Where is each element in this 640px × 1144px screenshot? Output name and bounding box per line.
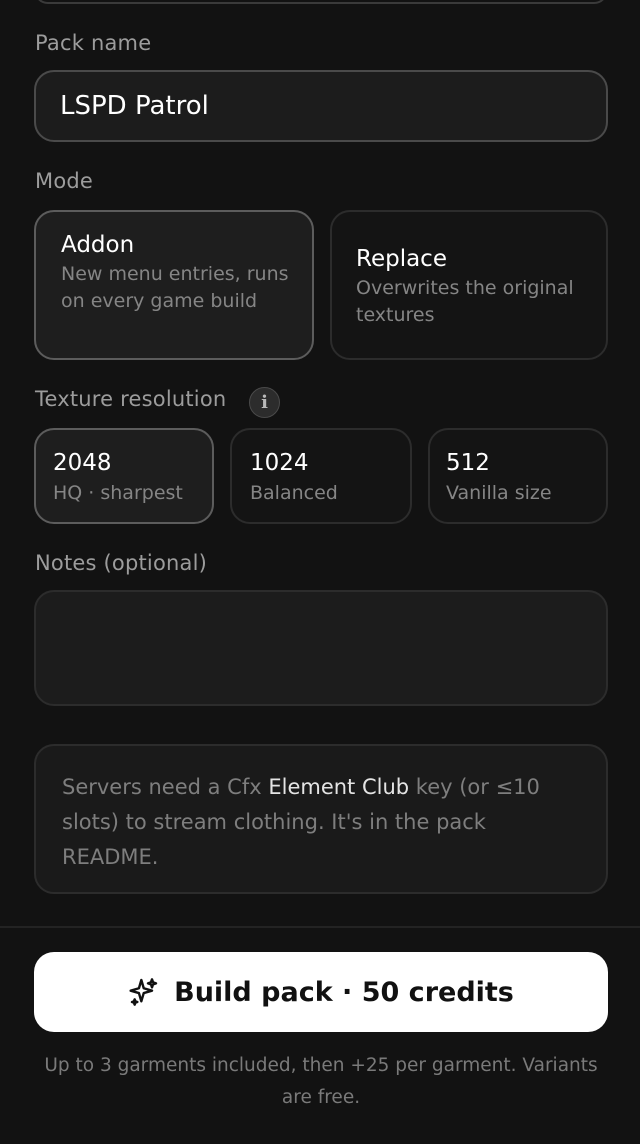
texture-resolution-label: Texture resolution xyxy=(35,387,227,411)
mode-option-title: Replace xyxy=(356,246,447,272)
footer-divider xyxy=(0,926,640,928)
mode-option-replace[interactable]: Replace Overwrites the original textures xyxy=(330,210,608,360)
build-pack-label: Build pack · 50 credits xyxy=(174,976,514,1008)
info-text: Servers need a Cfx xyxy=(62,775,269,799)
resolution-option-1024[interactable]: 1024 Balanced xyxy=(230,428,412,524)
mode-option-addon[interactable]: Addon New menu entries, runs on every ga… xyxy=(34,210,314,360)
sparkles-icon xyxy=(128,976,160,1008)
resolution-option-title: 512 xyxy=(446,450,490,476)
streaming-info-box: Servers need a Cfx Element Club key (or … xyxy=(34,744,608,894)
resolution-option-title: 2048 xyxy=(53,450,112,476)
notes-label: Notes (optional) xyxy=(35,551,208,575)
resolution-option-description: Vanilla size xyxy=(446,482,552,504)
element-club-text: Element Club xyxy=(268,775,410,799)
mode-option-description: Overwrites the original textures xyxy=(356,277,574,326)
mode-option-description: New menu entries, runs on every game bui… xyxy=(61,263,289,312)
mode-label: Mode xyxy=(35,169,94,193)
pack-name-input[interactable] xyxy=(34,70,608,142)
resolution-option-description: HQ · sharpest xyxy=(53,482,183,504)
notes-textarea[interactable] xyxy=(34,590,608,706)
pricing-footnote: Up to 3 garments included, then +25 per … xyxy=(44,1055,598,1108)
resolution-option-description: Balanced xyxy=(250,482,338,504)
info-icon[interactable]: i xyxy=(249,387,280,418)
resolution-option-2048[interactable]: 2048 HQ · sharpest xyxy=(34,428,214,524)
previous-field-edge xyxy=(34,0,608,4)
build-pack-button[interactable]: Build pack · 50 credits xyxy=(34,952,608,1032)
resolution-option-512[interactable]: 512 Vanilla size xyxy=(428,428,608,524)
resolution-option-title: 1024 xyxy=(250,450,309,476)
pack-name-label: Pack name xyxy=(35,31,152,55)
mode-option-title: Addon xyxy=(61,232,135,258)
